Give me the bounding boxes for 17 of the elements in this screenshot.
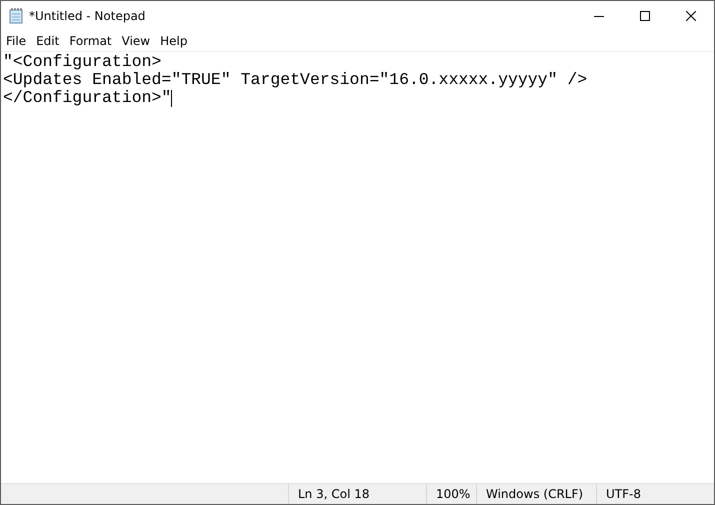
notepad-icon [9, 8, 23, 24]
cursor-position: Ln 3, Col 18 [288, 484, 426, 504]
close-icon [686, 11, 696, 21]
encoding: UTF-8 [596, 484, 714, 504]
text-line: "<Configuration> [3, 53, 162, 71]
menu-item[interactable]: Edit [31, 31, 64, 51]
menu-item[interactable]: File [1, 31, 32, 51]
menu-item[interactable]: View [116, 31, 156, 51]
line-endings: Windows (CRLF) [476, 484, 596, 504]
menu-item[interactable]: Help [155, 31, 192, 51]
text-cursor [171, 90, 172, 106]
text-line: <Updates Enabled="TRUE" TargetVersion="16.0.xxxxx.yyyyy" /> [3, 71, 588, 89]
window-title: *Untitled - Notepad [29, 9, 146, 23]
menu-item[interactable]: Format [64, 31, 117, 51]
zoom-level: 100% [426, 484, 476, 504]
maximize-icon [640, 11, 650, 21]
text-line: </Configuration>" [3, 89, 172, 107]
